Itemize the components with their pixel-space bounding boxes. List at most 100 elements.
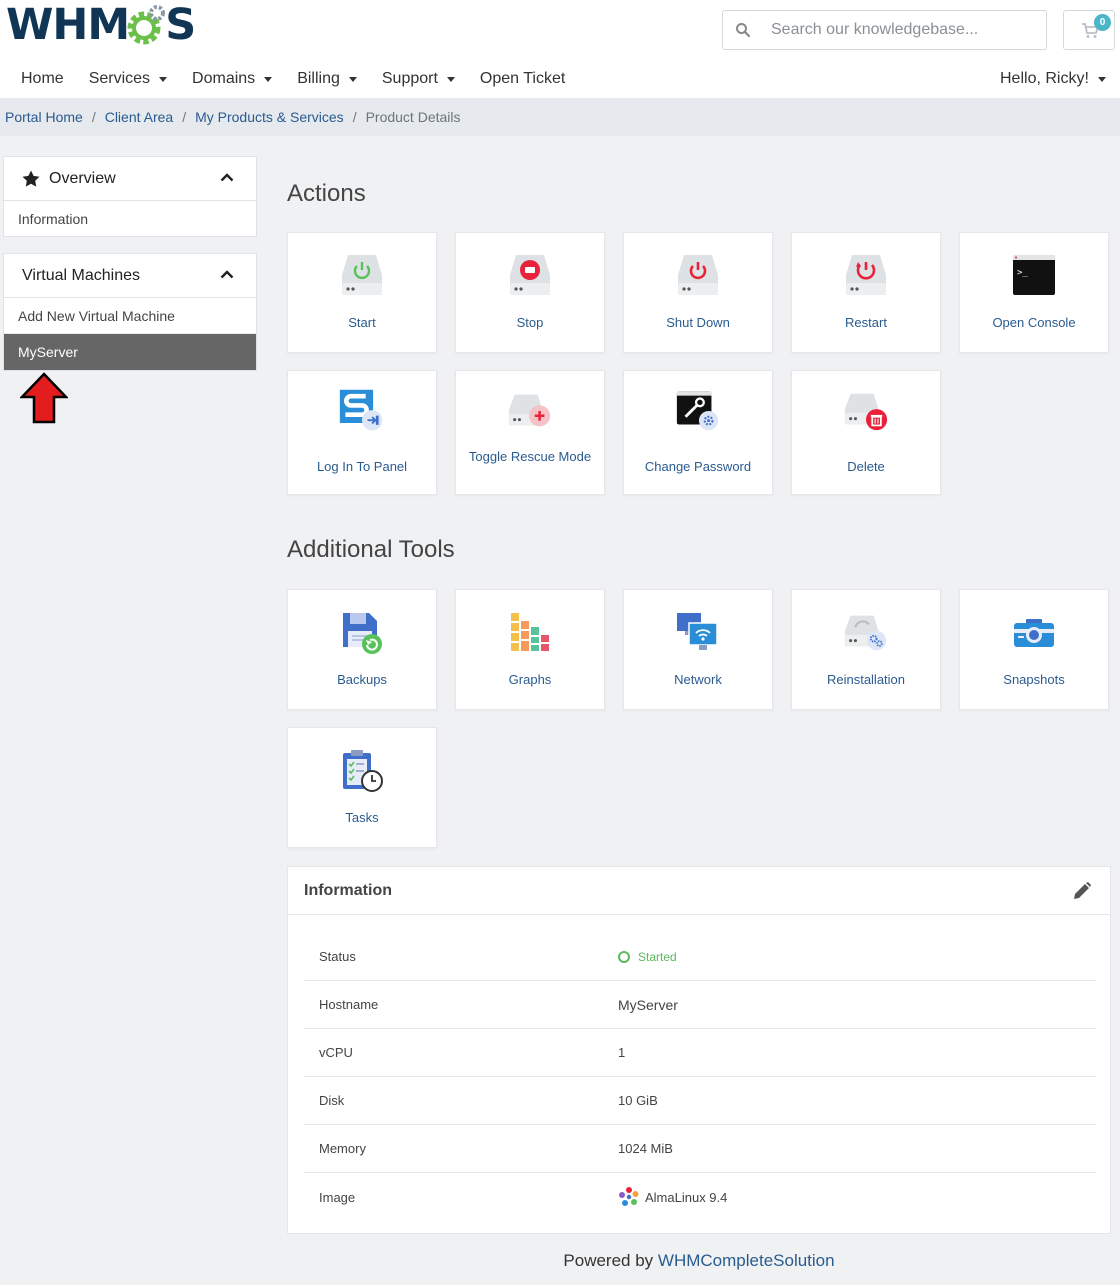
table-row: Status Started	[304, 933, 1096, 981]
cart-count-badge: 0	[1094, 14, 1111, 31]
disk-value: 10 GiB	[618, 1093, 658, 1108]
search-input[interactable]	[771, 19, 1031, 41]
server-reinstall-icon	[842, 608, 890, 656]
nav-services[interactable]: Services	[88, 70, 168, 88]
pencil-edit-icon[interactable]	[1072, 881, 1092, 901]
table-row: vCPU 1	[304, 1029, 1096, 1077]
restart-tile[interactable]: Restart	[791, 232, 941, 353]
network-label: Network	[674, 672, 722, 687]
nav-open-ticket-label: Open Ticket	[479, 70, 566, 87]
change-password-tile[interactable]: Change Password	[623, 370, 773, 495]
toggle-rescue-mode-label: Toggle Rescue Mode	[468, 449, 592, 464]
toggle-rescue-mode-tile[interactable]: Toggle Rescue Mode	[455, 370, 605, 495]
snapshots-camera-icon	[1010, 608, 1058, 656]
nav-support[interactable]: Support	[382, 70, 455, 88]
status-key: Status	[319, 949, 356, 964]
delete-tile[interactable]: Delete	[791, 370, 941, 495]
graphs-tile[interactable]: Graphs	[455, 589, 605, 710]
snapshots-tile[interactable]: Snapshots	[959, 589, 1109, 710]
red-arrow-up-icon	[20, 372, 68, 424]
stop-label: Stop	[516, 315, 544, 330]
chevron-up-icon[interactable]	[220, 269, 234, 279]
open-console-label: Open Console	[992, 315, 1076, 330]
actions-heading: Actions	[287, 180, 366, 207]
whmcs-logo[interactable]: WHM S	[6, 0, 196, 50]
logo-gear-icon	[127, 5, 166, 45]
svg-text:>_: >_	[1017, 268, 1028, 278]
shut-down-tile[interactable]: Shut Down	[623, 232, 773, 353]
tasks-tile[interactable]: Tasks	[287, 727, 437, 848]
table-row: Memory 1024 MiB	[304, 1125, 1096, 1173]
overview-panel-header[interactable]: Overview	[4, 157, 256, 201]
site-header: WHM S 0 Home Services Domains Billing Su…	[0, 0, 1120, 98]
snapshots-label: Snapshots	[1003, 672, 1065, 687]
nav-home[interactable]: Home	[21, 70, 64, 88]
backups-tile[interactable]: Backups	[287, 589, 437, 710]
hostname-key: Hostname	[319, 997, 379, 1012]
open-console-tile[interactable]: >_ Open Console	[959, 232, 1109, 353]
reinstallation-tile[interactable]: Reinstallation	[791, 589, 941, 710]
footer-link[interactable]: WHMCompleteSolution	[658, 1251, 835, 1270]
nav-open-ticket[interactable]: Open Ticket	[480, 70, 565, 88]
tasks-label: Tasks	[345, 810, 379, 825]
vcpu-value: 1	[618, 1045, 626, 1060]
caret-down-icon	[348, 76, 357, 82]
sidebar-item-information[interactable]: Information	[4, 201, 256, 237]
breadcrumb-client-area[interactable]: Client Area	[105, 109, 173, 125]
sidebar-item-myserver[interactable]: MyServer	[4, 334, 256, 370]
nav-domains[interactable]: Domains	[192, 70, 273, 88]
cart-button[interactable]: 0	[1063, 10, 1115, 50]
information-panel-title: Information	[304, 881, 392, 899]
graphs-label: Graphs	[508, 672, 552, 687]
nav-domains-label: Domains	[192, 70, 256, 87]
breadcrumb-portal-home[interactable]: Portal Home	[5, 109, 83, 125]
main-nav: Home Services Domains Billing Support Op…	[0, 60, 569, 98]
sidebar-item-label: Information	[18, 211, 89, 227]
footer-prefix: Powered by	[563, 1251, 658, 1270]
knowledgebase-search	[722, 10, 1047, 50]
graphs-bar-icon	[506, 608, 554, 656]
breadcrumb: Portal Home / Client Area / My Products …	[0, 98, 1120, 136]
caret-down-icon	[1097, 76, 1106, 82]
sidebar-vm-panel: Virtual Machines Add New Virtual Machine…	[3, 253, 257, 371]
caret-down-icon	[264, 76, 273, 82]
table-row: Image AlmaLinux 9.4	[304, 1173, 1096, 1221]
logo-text-left: WHM	[6, 0, 130, 50]
nav-support-label: Support	[381, 70, 438, 87]
terminal-console-icon: >_	[1010, 251, 1058, 299]
star-icon	[22, 170, 40, 187]
disk-key: Disk	[319, 1093, 345, 1108]
information-panel-header: Information	[288, 867, 1110, 915]
table-row: Hostname MyServer	[304, 981, 1096, 1029]
image-name: AlmaLinux 9.4	[645, 1189, 728, 1205]
vcpu-key: vCPU	[319, 1045, 353, 1060]
change-password-icon	[674, 387, 722, 435]
start-tile[interactable]: Start	[287, 232, 437, 353]
breadcrumb-current: Product Details	[365, 109, 461, 125]
chevron-up-icon[interactable]	[220, 172, 234, 182]
sidebar-item-label: Add New Virtual Machine	[18, 307, 175, 324]
caret-down-icon	[159, 76, 168, 82]
log-in-to-panel-tile[interactable]: Log In To Panel	[287, 370, 437, 495]
memory-key: Memory	[319, 1141, 366, 1156]
server-delete-icon	[842, 387, 890, 435]
sidebar-item-label: MyServer	[18, 344, 78, 360]
overview-panel-title: Overview	[49, 169, 116, 187]
nav-billing-label: Billing	[297, 70, 340, 87]
sidebar-item-add-vm[interactable]: Add New Virtual Machine	[4, 298, 256, 334]
stop-tile[interactable]: Stop	[455, 232, 605, 353]
shut-down-label: Shut Down	[666, 315, 730, 330]
network-tile[interactable]: Network	[623, 589, 773, 710]
change-password-label: Change Password	[644, 459, 752, 474]
backups-floppy-icon	[338, 608, 386, 656]
panel-login-icon	[338, 387, 386, 435]
reinstallation-label: Reinstallation	[826, 672, 906, 687]
status-badge: Started	[638, 949, 677, 964]
breadcrumb-my-products[interactable]: My Products & Services	[195, 109, 344, 125]
nav-services-label: Services	[88, 70, 151, 87]
server-stop-icon	[506, 251, 554, 299]
nav-billing[interactable]: Billing	[297, 70, 357, 88]
vm-panel-header[interactable]: Virtual Machines	[4, 254, 256, 298]
user-menu[interactable]: Hello, Ricky!	[1000, 60, 1106, 98]
additional-tools-heading: Additional Tools	[287, 536, 455, 563]
